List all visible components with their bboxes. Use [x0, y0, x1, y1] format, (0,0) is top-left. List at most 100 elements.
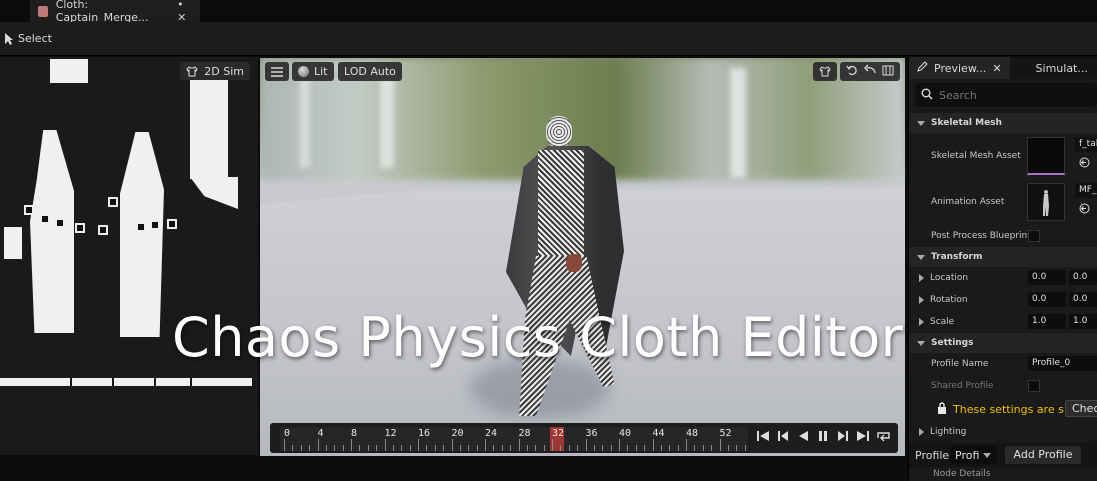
shirt-icon	[186, 65, 198, 77]
pattern-swatch	[98, 225, 108, 235]
timeline-tick	[702, 445, 704, 451]
check-button[interactable]: Check	[1065, 400, 1097, 417]
node-details-row[interactable]: Node Details	[909, 467, 1097, 481]
details-tabs: Preview... ✕ Simulat...	[909, 57, 1097, 79]
chevron-down-icon	[983, 452, 992, 458]
pattern-swatch	[40, 214, 50, 224]
step-back-icon[interactable]	[776, 429, 790, 443]
category-skeletal-mesh[interactable]: Skeletal Mesh	[909, 113, 1097, 133]
shirt-icon	[38, 5, 48, 17]
browse-asset-icon[interactable]	[1079, 203, 1090, 217]
add-profile-button[interactable]: Add Profile	[1005, 446, 1081, 464]
step-forward-icon[interactable]	[836, 429, 850, 443]
timeline-tick	[719, 439, 721, 451]
timeline-tick	[501, 445, 503, 451]
lit-mode-button[interactable]: Lit	[292, 62, 334, 81]
undo-icon[interactable]	[846, 64, 858, 79]
pattern-strip	[114, 378, 154, 386]
search-bar[interactable]	[915, 83, 1097, 107]
rotation-y-field[interactable]: 0.0	[1069, 292, 1097, 307]
location-y-field[interactable]: 0.0	[1069, 270, 1097, 285]
pause-icon[interactable]	[816, 429, 830, 443]
property-post-process: Post Process Blueprint	[909, 225, 1097, 247]
category-transform[interactable]: Transform	[909, 247, 1097, 267]
tab-cloth-editor[interactable]: Cloth: Captain_Merge... • ✕	[30, 0, 200, 24]
timeline-tick-label: 0	[284, 428, 291, 439]
search-input[interactable]	[939, 88, 1089, 102]
location-x-field[interactable]: 0.0	[1028, 270, 1066, 285]
timeline-tick	[543, 445, 545, 451]
chevron-right-icon[interactable]	[919, 296, 924, 304]
timeline-tick	[409, 445, 411, 451]
timeline: 0 4 8 12 16 20 24 28 32 36 40 44 48 52	[270, 423, 898, 453]
garment-toggle-button[interactable]	[813, 62, 837, 81]
pattern-piece	[120, 132, 164, 337]
timeline-tick-label: 16	[418, 428, 431, 439]
pattern-2d-panel[interactable]: 2D Sim	[0, 57, 258, 455]
profile-name-field[interactable]: Profile_0	[1028, 356, 1097, 371]
chevron-right-icon[interactable]	[919, 428, 924, 436]
select-button[interactable]: Select	[18, 32, 52, 45]
sim-2d-label: 2D Sim	[204, 64, 244, 78]
skip-to-end-icon[interactable]	[856, 429, 870, 443]
timeline-tick	[660, 445, 662, 451]
pattern-piece	[30, 130, 74, 333]
category-settings-label: Settings	[931, 338, 974, 348]
skip-to-start-icon[interactable]	[756, 429, 770, 443]
rotation-x-field[interactable]: 0.0	[1028, 292, 1066, 307]
property-label: Animation Asset	[931, 197, 1005, 207]
scale-x-field[interactable]: 1.0	[1028, 314, 1066, 329]
chevron-right-icon[interactable]	[919, 274, 924, 282]
scale-y-field[interactable]: 1.0	[1069, 314, 1097, 329]
loop-icon[interactable]	[876, 429, 890, 443]
timeline-tick	[284, 439, 285, 451]
profile-dropdown[interactable]: Profi	[951, 446, 997, 464]
pattern-piece	[50, 59, 88, 83]
chevron-right-icon[interactable]	[919, 318, 924, 326]
viewport-menu-button[interactable]	[265, 62, 289, 81]
timeline-tick	[493, 445, 495, 451]
chevron-down-icon	[917, 254, 925, 260]
back-arrow-icon[interactable]	[864, 64, 876, 79]
character-hand	[566, 254, 582, 272]
timeline-tick	[627, 445, 629, 451]
mannequin-icon[interactable]	[882, 64, 894, 79]
tab-preview-scene[interactable]: Preview... ✕	[909, 57, 1010, 79]
post-process-checkbox[interactable]	[1028, 230, 1040, 242]
timeline-tick	[736, 445, 738, 451]
timeline-tick	[468, 445, 470, 451]
timeline-tick	[367, 445, 369, 451]
asset-thumbnail[interactable]	[1027, 137, 1065, 175]
timeline-ruler[interactable]: 0 4 8 12 16 20 24 28 32 36 40 44 48 52	[280, 427, 748, 451]
tab-close-icon[interactable]: ✕	[992, 62, 1001, 75]
pattern-piece	[190, 79, 228, 179]
timeline-tick-label: 28	[518, 428, 531, 439]
property-label: Scale	[930, 317, 955, 327]
tab-preview-label: Preview...	[934, 61, 987, 75]
background-pillar	[380, 68, 394, 168]
lod-button[interactable]: LOD Auto	[338, 62, 402, 81]
asset-picker[interactable]: f_tal	[1075, 137, 1097, 152]
timeline-tick-label: 52	[719, 428, 732, 439]
timeline-tick	[459, 445, 461, 451]
property-location: Location 0.0 0.0	[909, 267, 1097, 289]
preview-viewport[interactable]: Lit LOD Auto 0 4 8 12 16 20 24 28 32 36 40 44 48 52	[260, 58, 905, 456]
property-shared-profile: Shared Profile	[909, 375, 1097, 397]
property-label: Rotation	[930, 295, 968, 305]
category-settings[interactable]: Settings	[909, 333, 1097, 353]
timeline-tick-label: 8	[351, 428, 358, 439]
timeline-tick-label: 36	[585, 428, 598, 439]
sim-2d-button[interactable]: 2D Sim	[180, 62, 250, 80]
timeline-tick	[694, 445, 696, 451]
animation-thumbnail[interactable]	[1027, 183, 1065, 221]
browse-asset-icon[interactable]	[1079, 157, 1090, 171]
play-reverse-icon[interactable]	[796, 429, 810, 443]
shared-profile-checkbox[interactable]	[1028, 380, 1040, 392]
timeline-tick	[669, 445, 671, 451]
tab-simulation[interactable]: Simulat...	[1010, 57, 1096, 79]
pattern-piece	[190, 177, 238, 209]
tab-bar: Cloth: Captain_Merge... • ✕	[0, 0, 1097, 24]
animation-picker[interactable]: MF_	[1075, 183, 1097, 198]
tab-close-icon[interactable]: • ✕	[177, 0, 194, 24]
timeline-tick-label: 32	[552, 428, 565, 439]
